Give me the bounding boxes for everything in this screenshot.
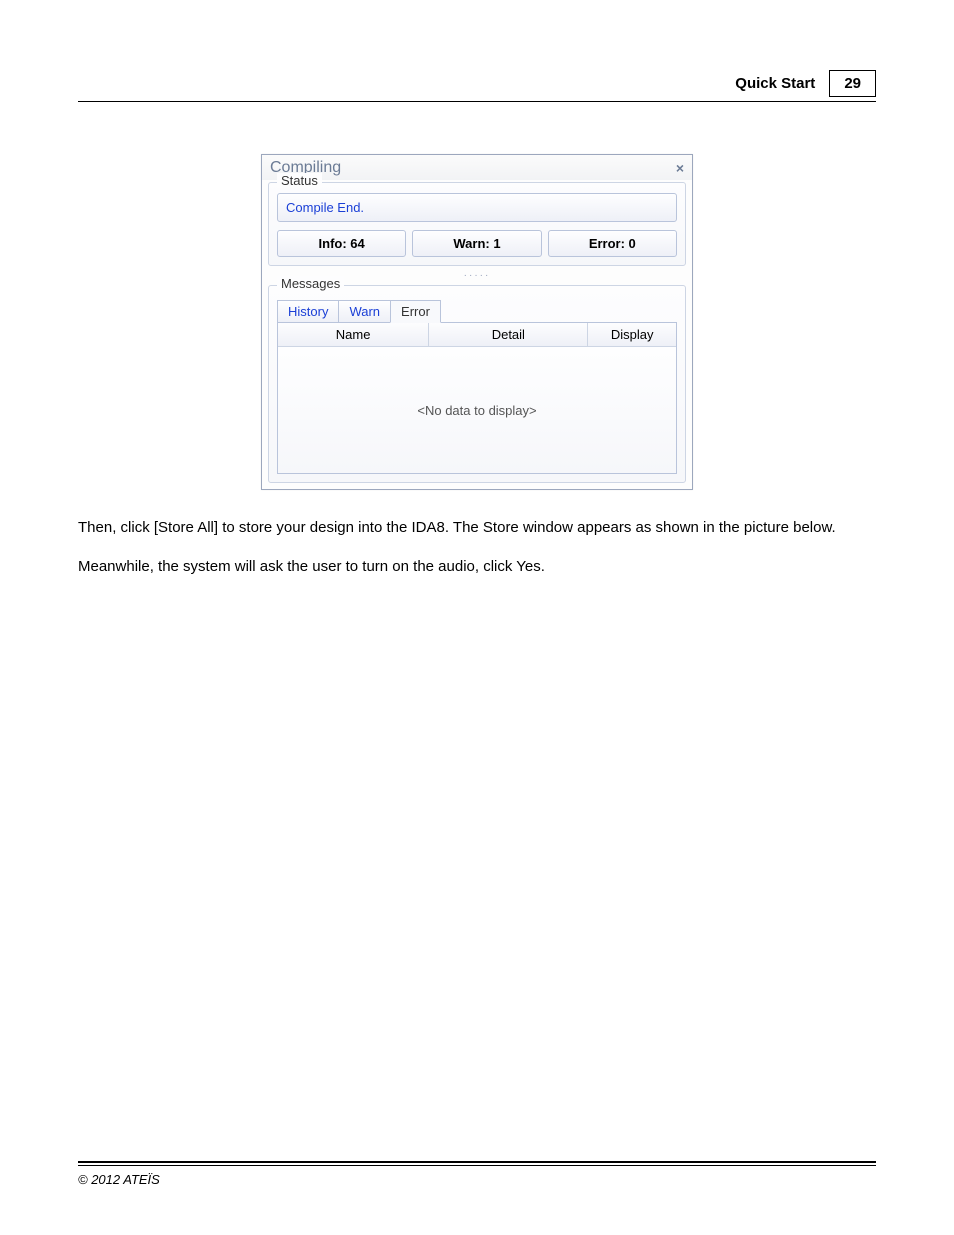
page-header: Quick Start 29 [78,70,876,97]
grid-empty-text: <No data to display> [278,347,676,473]
column-name[interactable]: Name [278,323,429,346]
messages-group: Messages History Warn Error Name Detail … [268,285,686,483]
tab-warn[interactable]: Warn [338,300,391,323]
column-display[interactable]: Display [588,323,676,346]
close-icon[interactable]: × [676,160,684,176]
grid-header: Name Detail Display [278,323,676,347]
warn-count: Warn: 1 [412,230,541,257]
header-rule [78,101,876,102]
messages-group-label: Messages [277,276,344,291]
compiling-dialog: Compiling × Status Compile End. Info: 64… [261,154,693,490]
page-number: 29 [829,70,876,97]
tab-history[interactable]: History [277,300,339,323]
footer-rule-thick [78,1161,876,1163]
copyright: © 2012 ATEÏS [78,1172,876,1187]
messages-grid: Name Detail Display <No data to display> [277,322,677,474]
dialog-titlebar: Compiling × [262,155,692,180]
footer-rule-thin [78,1165,876,1166]
messages-tabs: History Warn Error [277,300,677,323]
status-group-label: Status [277,173,322,188]
page-footer: © 2012 ATEÏS [78,1161,876,1187]
section-title: Quick Start [735,75,815,92]
info-count: Info: 64 [277,230,406,257]
status-group: Status Compile End. Info: 64 Warn: 1 Err… [268,182,686,266]
paragraph-2: Meanwhile, the system will ask the user … [78,555,876,578]
paragraph-1: Then, click [Store All] to store your de… [78,516,876,539]
tab-error[interactable]: Error [390,300,441,323]
compile-status-message: Compile End. [277,193,677,222]
column-detail[interactable]: Detail [429,323,588,346]
error-count: Error: 0 [548,230,677,257]
